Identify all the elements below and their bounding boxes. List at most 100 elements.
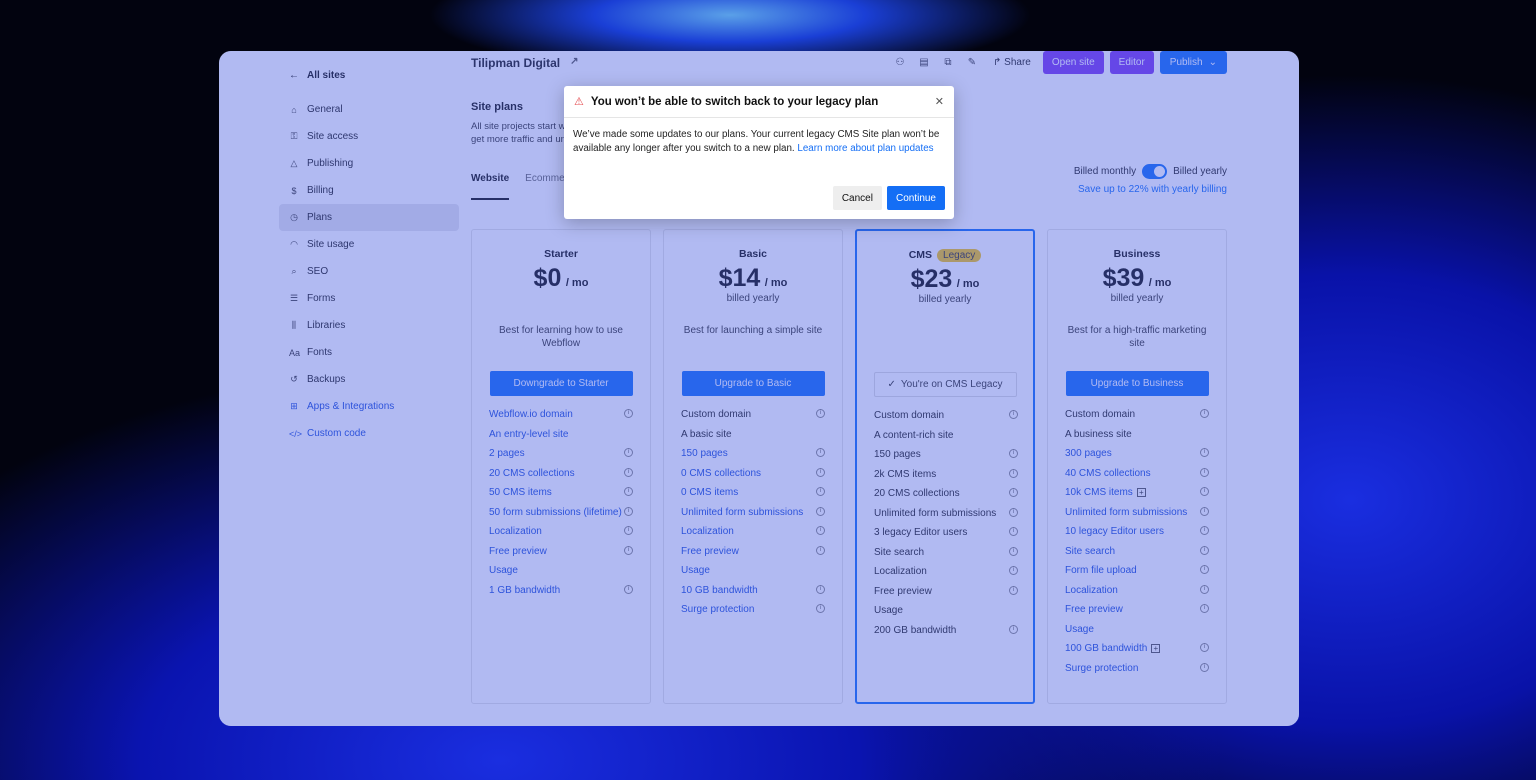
plan-updates-link[interactable]: Learn more about plan updates (797, 143, 933, 154)
feature-item[interactable]: 50 form submissions (lifetime) i (489, 506, 633, 519)
feature-item[interactable]: Webflow.io domain i (489, 408, 633, 421)
info-icon[interactable]: i (1200, 526, 1209, 535)
info-icon[interactable]: i (1009, 410, 1018, 419)
feature-item[interactable]: 100 GB bandwidth + i (1065, 642, 1209, 655)
feature-item[interactable]: Site search i (1065, 545, 1209, 558)
info-icon[interactable]: i (1200, 448, 1209, 457)
share-button[interactable]: ↱ Share (987, 57, 1037, 68)
feature-item[interactable]: Free preview i (1065, 603, 1209, 616)
info-icon[interactable]: i (1009, 527, 1018, 536)
feature-item[interactable]: Localization i (681, 525, 825, 538)
info-icon[interactable]: i (624, 409, 633, 418)
info-icon[interactable]: i (816, 604, 825, 613)
feature-item[interactable]: 10 legacy Editor users i (1065, 525, 1209, 538)
info-icon[interactable]: i (1200, 604, 1209, 613)
feature-item[interactable]: An entry-level site (489, 428, 633, 441)
plan-cta-button[interactable]: Downgrade to Starter (489, 371, 633, 396)
continue-button[interactable]: Continue (886, 186, 945, 210)
sidebar-item-general[interactable]: ⌂ General (279, 96, 459, 123)
info-icon[interactable]: i (1200, 409, 1209, 418)
sidebar-item-publishing[interactable]: △ Publishing (279, 150, 459, 177)
users-icon[interactable]: ⚇ (891, 57, 909, 68)
feature-item[interactable]: 150 pages i (681, 447, 825, 460)
sidebar-item-custom-code[interactable]: </> Custom code (279, 420, 459, 447)
external-link-icon[interactable]: ↗ (570, 56, 578, 70)
feature-item[interactable]: Usage (489, 564, 633, 577)
sidebar-item-apps-integrations[interactable]: ⊞ Apps & Integrations (279, 393, 459, 420)
add-on-icon[interactable]: + (1136, 488, 1146, 497)
tab-website[interactable]: Website (471, 173, 510, 200)
info-icon[interactable]: i (816, 545, 825, 555)
open-site-button[interactable]: Open site (1042, 51, 1104, 74)
info-icon[interactable]: i (1200, 506, 1209, 516)
feature-item[interactable]: Unlimited form submissions i (1065, 506, 1209, 519)
info-icon[interactable]: i (1009, 507, 1018, 517)
feature-item[interactable]: Localization i (1065, 584, 1209, 597)
feature-item[interactable]: Usage (1065, 623, 1209, 636)
feature-item[interactable]: Localization i (489, 525, 633, 538)
info-icon[interactable]: i (1009, 488, 1018, 497)
sidebar-item-site-usage[interactable]: ◠ Site usage (279, 231, 459, 258)
editor-button[interactable]: Editor (1109, 51, 1154, 74)
info-icon[interactable]: i (816, 584, 825, 594)
feature-item[interactable]: 10 GB bandwidth i (681, 584, 825, 597)
info-icon[interactable]: i (1200, 662, 1209, 672)
feature-item[interactable]: Free preview i (489, 545, 633, 558)
sidebar-item-fonts[interactable]: Aa Fonts (279, 339, 459, 366)
feature-item[interactable]: 2 pages i (489, 447, 633, 460)
info-icon[interactable]: i (624, 526, 633, 535)
feature-item[interactable]: 50 CMS items i (489, 486, 633, 499)
sidebar-item-seo[interactable]: ⌕ SEO (279, 258, 459, 285)
feature-item[interactable]: 0 CMS items i (681, 486, 825, 499)
info-icon[interactable]: i (624, 584, 633, 594)
edit-icon[interactable]: ✎ (963, 57, 981, 68)
info-icon[interactable]: i (816, 467, 825, 477)
info-icon[interactable]: i (624, 545, 633, 555)
feature-item[interactable]: 20 CMS collections i (489, 467, 633, 480)
feature-item[interactable]: 300 pages i (1065, 447, 1209, 460)
sidebar-item-site-access[interactable]: ⚿ Site access (279, 123, 459, 150)
add-on-icon[interactable]: + (1151, 644, 1161, 653)
info-icon[interactable]: i (1200, 643, 1209, 652)
info-icon[interactable]: i (816, 448, 825, 457)
info-icon[interactable]: i (624, 448, 633, 457)
info-icon[interactable]: i (1200, 565, 1209, 574)
info-icon[interactable]: i (1200, 487, 1209, 496)
sidebar-item-libraries[interactable]: ⫼ Libraries (279, 312, 459, 339)
feature-item[interactable]: 40 CMS collections i (1065, 467, 1209, 480)
archive-icon[interactable]: ▤ (915, 57, 933, 68)
feature-item[interactable]: 10k CMS items + i (1065, 486, 1209, 499)
feature-item[interactable]: Form file upload i (1065, 564, 1209, 577)
sidebar-item-billing[interactable]: $ Billing (279, 177, 459, 204)
feature-item[interactable]: 1 GB bandwidth i (489, 584, 633, 597)
info-icon[interactable]: i (1200, 467, 1209, 477)
plan-cta-button[interactable]: Upgrade to Basic (681, 371, 825, 396)
info-icon[interactable]: i (1009, 546, 1018, 556)
info-icon[interactable]: i (1009, 585, 1018, 595)
info-icon[interactable]: i (1200, 545, 1209, 555)
close-icon[interactable]: ✕ (935, 95, 944, 108)
info-icon[interactable]: i (624, 467, 633, 477)
site-title[interactable]: Tilipman Digital ↗ (471, 56, 579, 70)
duplicate-icon[interactable]: ⧉ (939, 57, 957, 68)
all-sites-link[interactable]: ← All sites (289, 70, 345, 81)
info-icon[interactable]: i (1009, 468, 1018, 478)
info-icon[interactable]: i (816, 526, 825, 535)
publish-button[interactable]: Publish ⌄ (1159, 51, 1227, 74)
sidebar-item-forms[interactable]: ☰ Forms (279, 285, 459, 312)
info-icon[interactable]: i (816, 487, 825, 496)
info-icon[interactable]: i (624, 506, 633, 516)
feature-item[interactable]: Surge protection i (1065, 662, 1209, 675)
info-icon[interactable]: i (1200, 584, 1209, 594)
plan-cta-button[interactable]: Upgrade to Business (1065, 371, 1209, 396)
info-icon[interactable]: i (816, 506, 825, 516)
info-icon[interactable]: i (624, 487, 633, 496)
info-icon[interactable]: i (1009, 449, 1018, 458)
sidebar-item-backups[interactable]: ↺ Backups (279, 366, 459, 393)
billing-toggle[interactable] (1142, 164, 1168, 179)
feature-item[interactable]: Surge protection i (681, 603, 825, 616)
info-icon[interactable]: i (816, 409, 825, 418)
feature-item[interactable]: Free preview i (681, 545, 825, 558)
sidebar-item-plans[interactable]: ◷ Plans (279, 204, 459, 231)
cancel-button[interactable]: Cancel (832, 186, 882, 210)
